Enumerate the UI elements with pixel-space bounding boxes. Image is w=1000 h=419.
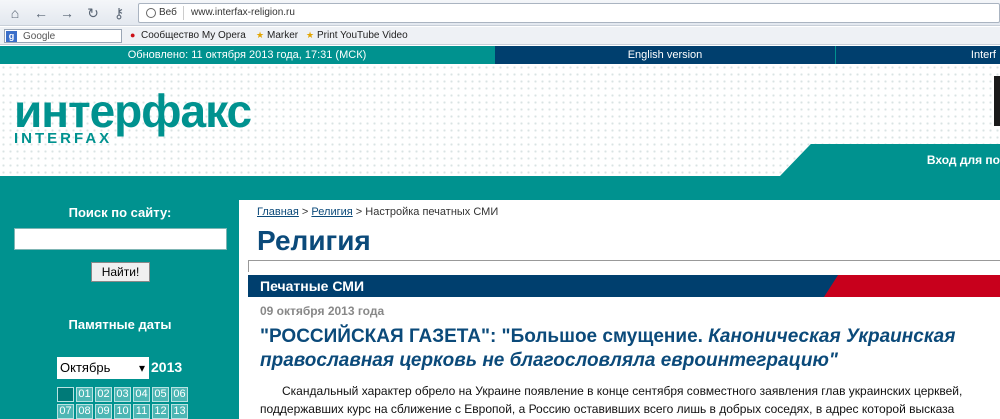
breadcrumb-separator: > [352, 206, 366, 218]
bookmark-label: Print YouTube Video [317, 30, 408, 41]
opera-icon: ● [130, 30, 136, 40]
breadcrumb: Главная > Религия > Настройка печатных С… [257, 206, 498, 218]
bookmark-marker[interactable]: ★ Marker [256, 29, 298, 43]
page-title: Религия [257, 225, 371, 256]
bookmark-print-youtube[interactable]: ★ Print YouTube Video [306, 29, 408, 43]
breadcrumb-current: Настройка печатных СМИ [365, 206, 499, 218]
nav-band [0, 176, 1000, 200]
site-header: интерфакс INTERFAX Вход для по [0, 64, 1000, 176]
calendar-day[interactable]: 02 [95, 387, 112, 402]
subsection-title: Печатные СМИ [260, 278, 365, 294]
header-dark-strip [994, 76, 1000, 126]
article-date: 09 октября 2013 года [260, 304, 385, 318]
google-search-field[interactable]: g Google [4, 29, 122, 43]
english-version-link[interactable]: English version [495, 46, 835, 64]
article-body: Скандальный характер обрело на Украине п… [260, 382, 1000, 418]
bookmarks-bar: g Google ● Сообщество My Opera ★ Marker … [0, 27, 1000, 45]
bookmark-label: Marker [267, 30, 299, 41]
address-bar[interactable]: Веб www.interfax-religion.ru [138, 3, 1000, 23]
calendar-day [57, 387, 74, 402]
headline-plain: "РОССИЙСКАЯ ГАЗЕТА": "Большое смущение. [260, 326, 709, 347]
calendar-day[interactable]: 08 [76, 404, 93, 419]
url-text[interactable]: www.interfax-religion.ru [191, 4, 295, 22]
interfax-link[interactable]: Interf [836, 46, 1000, 64]
body-line: Скандальный характер обрело на Украине п… [282, 384, 963, 398]
home-icon[interactable]: ⌂ [6, 4, 24, 22]
breadcrumb-home[interactable]: Главная [257, 206, 299, 218]
bookmark-label: Сообщество My Opera [141, 30, 246, 41]
calendar-day[interactable]: 04 [133, 387, 150, 402]
calendar-day[interactable]: 03 [114, 387, 131, 402]
site-search-title: Поиск по сайту: [68, 205, 172, 220]
reload-icon[interactable]: ↻ [84, 4, 102, 22]
forward-icon[interactable]: → [58, 4, 76, 22]
logo-main-text: интерфакс [14, 85, 252, 137]
calendar-day[interactable]: 06 [171, 387, 188, 402]
calendar-day[interactable]: 11 [133, 404, 150, 419]
bookmark-my-opera[interactable]: ● Сообщество My Opera [130, 29, 246, 43]
google-search-placeholder: Google [23, 31, 56, 42]
subsection-red-accent [824, 275, 1000, 297]
find-button[interactable]: Найти! [91, 262, 150, 282]
calendar-day[interactable]: 13 [171, 404, 188, 419]
calendar-day[interactable]: 01 [76, 387, 93, 402]
star-icon: ★ [256, 30, 265, 40]
updated-timestamp: Обновлено: 11 октября 2013 года, 17:31 (… [127, 49, 367, 61]
month-select[interactable]: Октябрь [57, 357, 149, 379]
sidebar: Поиск по сайту: Найти! Памятные даты Окт… [0, 200, 240, 419]
browser-toolbar: ⌂ ← → ↻ ⚷ Веб www.interfax-religion.ru [0, 0, 1000, 26]
body-line: поддержавших курс на сближение с Европой… [260, 402, 955, 416]
subsection-bar: Печатные СМИ [248, 275, 1000, 297]
login-link[interactable]: Вход для по [927, 153, 1000, 167]
back-icon[interactable]: ← [32, 4, 50, 22]
web-badge[interactable]: Веб [143, 6, 184, 20]
star-icon: ★ [306, 30, 315, 40]
breadcrumb-religion[interactable]: Религия [311, 206, 352, 218]
site-topbar: Обновлено: 11 октября 2013 года, 17:31 (… [0, 46, 1000, 64]
calendar-day[interactable]: 09 [95, 404, 112, 419]
breadcrumb-separator: > [298, 206, 312, 218]
title-divider [248, 260, 1000, 272]
google-icon: g [6, 31, 17, 42]
calendar-day[interactable]: 07 [57, 404, 74, 419]
memorable-dates-title: Памятные даты [68, 317, 172, 332]
interfax-logo[interactable]: интерфакс INTERFAX [14, 85, 252, 147]
calendar-day[interactable]: 05 [152, 387, 169, 402]
key-icon[interactable]: ⚷ [110, 4, 128, 22]
calendar-year: 2013 [151, 359, 183, 375]
calendar-day[interactable]: 10 [114, 404, 131, 419]
calendar-day[interactable]: 12 [152, 404, 169, 419]
article-headline[interactable]: "РОССИЙСКАЯ ГАЗЕТА": "Большое смущение. … [260, 325, 1000, 373]
site-search-input[interactable] [14, 228, 227, 250]
